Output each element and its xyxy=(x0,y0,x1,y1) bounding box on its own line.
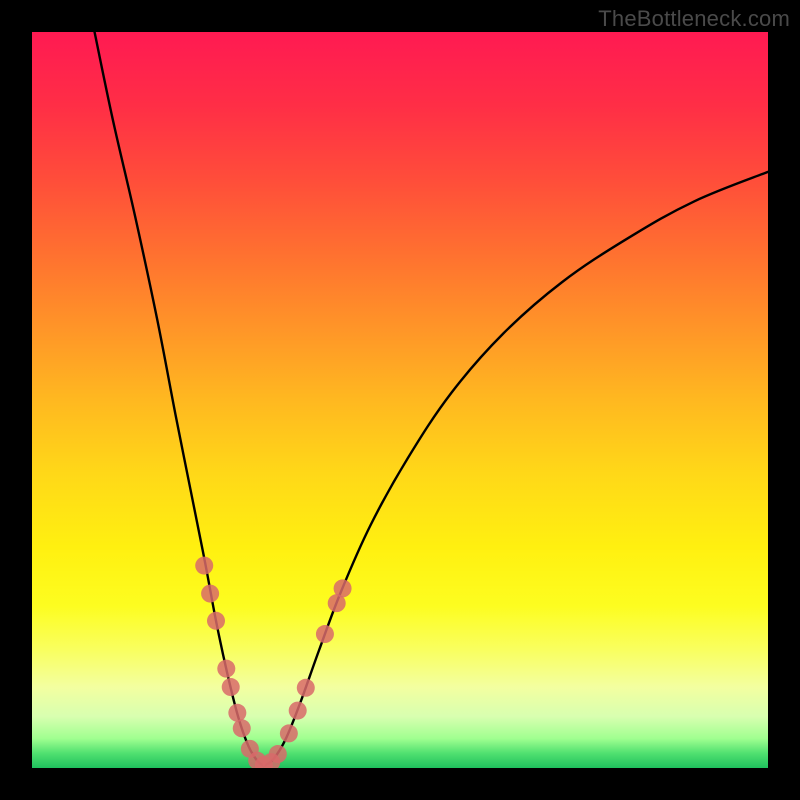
data-dot xyxy=(228,704,246,722)
watermark-text: TheBottleneck.com xyxy=(598,6,790,32)
data-dot xyxy=(195,557,213,575)
data-dot xyxy=(222,678,240,696)
curve-left-path xyxy=(95,32,264,766)
dots-group xyxy=(195,557,351,768)
chart-frame: TheBottleneck.com xyxy=(0,0,800,800)
data-dot xyxy=(334,579,352,597)
data-dot xyxy=(280,724,298,742)
chart-svg xyxy=(32,32,768,768)
curve-right-path xyxy=(264,172,768,766)
data-dot xyxy=(269,745,287,763)
data-dot xyxy=(233,719,251,737)
data-dot xyxy=(201,585,219,603)
curve-group xyxy=(95,32,768,766)
data-dot xyxy=(289,702,307,720)
data-dot xyxy=(217,660,235,678)
plot-area xyxy=(32,32,768,768)
data-dot xyxy=(297,679,315,697)
data-dot xyxy=(316,625,334,643)
data-dot xyxy=(207,612,225,630)
